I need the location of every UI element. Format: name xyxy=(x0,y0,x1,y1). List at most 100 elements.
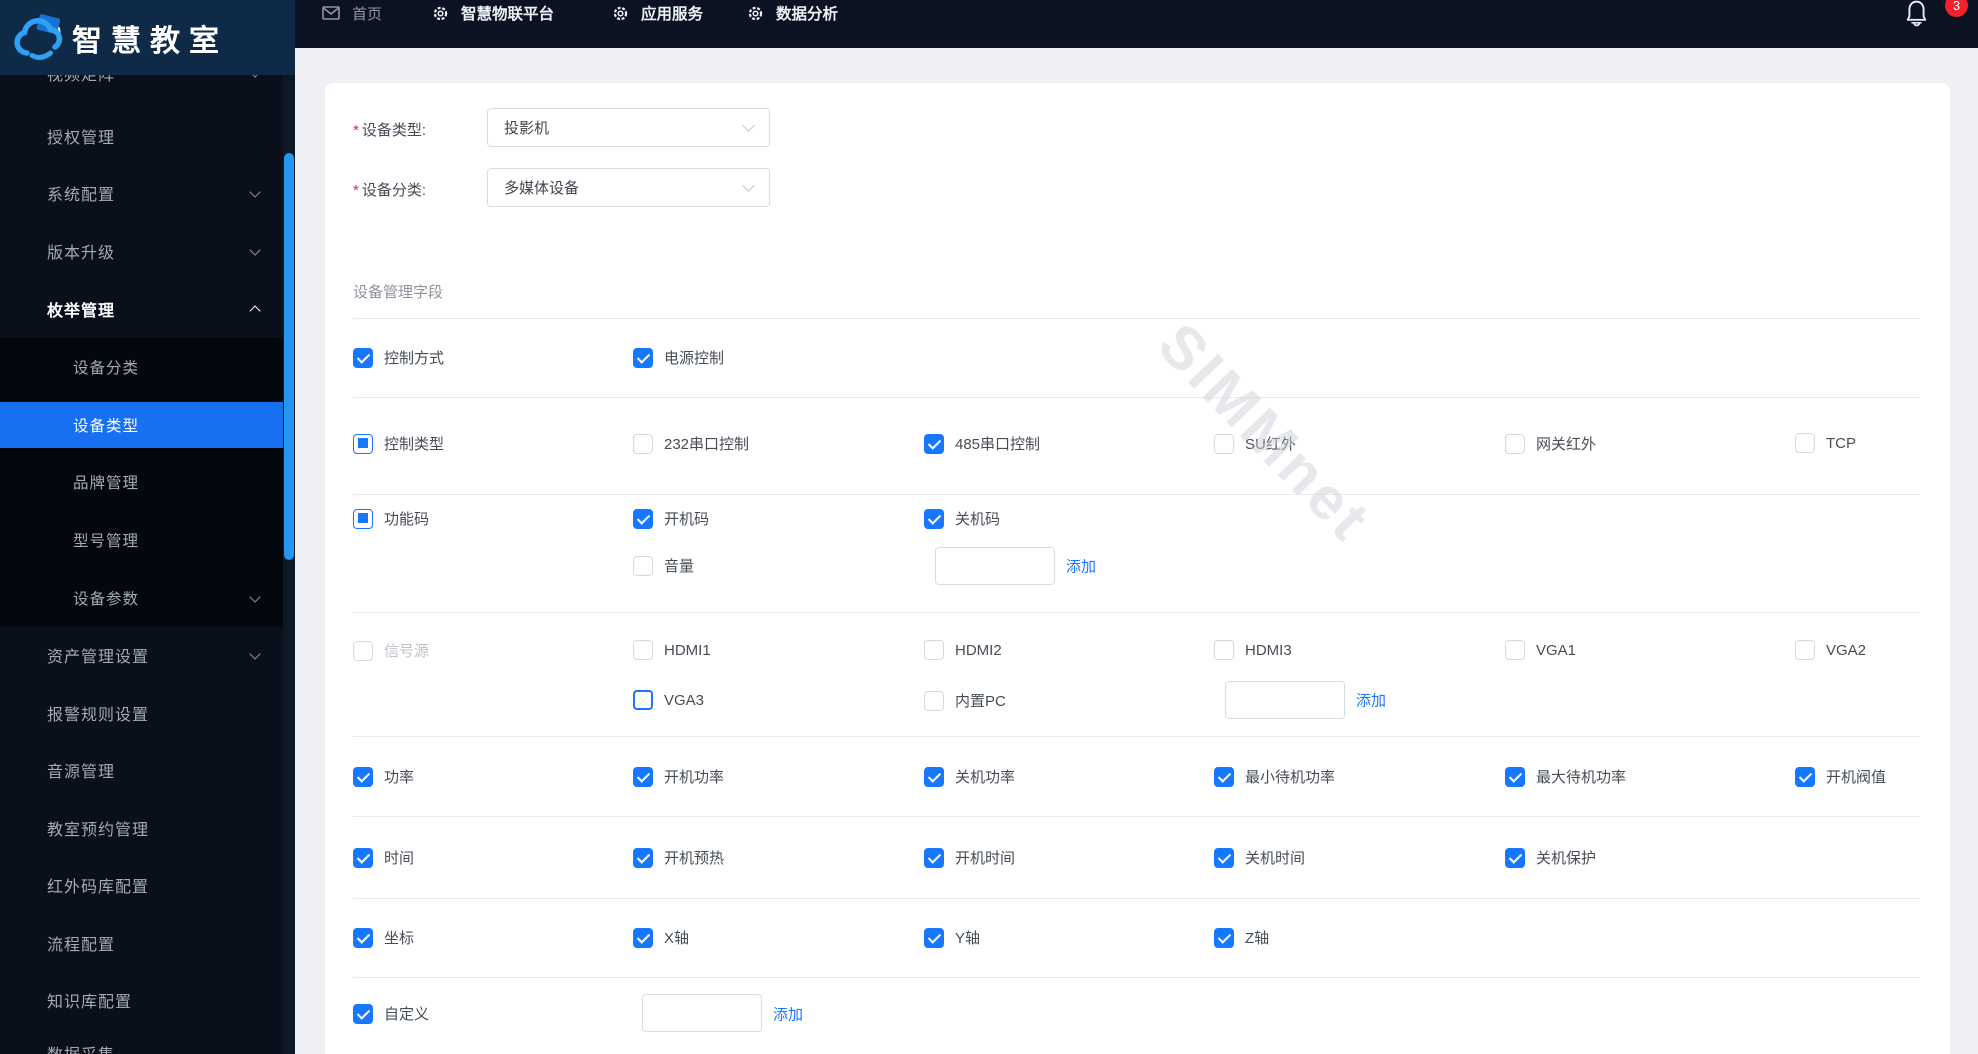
notification-bell-button[interactable]: 3 xyxy=(1903,0,1968,38)
checkbox-unchecked[interactable] xyxy=(924,690,944,711)
add-link[interactable]: 添加 xyxy=(1356,690,1386,711)
sidebar-item-18[interactable]: 数据采集 xyxy=(0,1030,295,1054)
checkbox-checked[interactable] xyxy=(353,1003,373,1024)
checkbox-cell[interactable]: 485串口控制 xyxy=(924,433,1040,454)
sidebar-item-15[interactable]: 红外码库配置 xyxy=(0,862,295,908)
sidebar-item-5[interactable]: 枚举管理 xyxy=(0,286,295,332)
topnav-item-2[interactable]: 智慧物联平台 xyxy=(432,0,554,27)
checkbox-cell[interactable]: 功能码 xyxy=(353,508,429,529)
checkbox-cell[interactable]: SU红外 xyxy=(1214,433,1296,454)
topnav-item-1[interactable]: 首页 xyxy=(322,0,382,27)
sidebar-item-16[interactable]: 流程配置 xyxy=(0,920,295,966)
checkbox-cell[interactable]: 信号源 xyxy=(353,640,429,661)
checkbox-unchecked-focus[interactable] xyxy=(633,690,653,710)
checkbox-cell[interactable]: 内置PC xyxy=(924,690,1006,711)
sidebar-item-4[interactable]: 版本升级 xyxy=(0,228,295,274)
checkbox-cell[interactable]: 功率 xyxy=(353,766,414,787)
custom-value-input[interactable] xyxy=(1225,681,1345,719)
checkbox-unchecked[interactable] xyxy=(353,640,373,661)
checkbox-cell[interactable]: X轴 xyxy=(633,927,689,948)
checkbox-unchecked[interactable] xyxy=(1505,640,1525,660)
checkbox-cell[interactable]: Z轴 xyxy=(1214,927,1269,948)
sidebar-item-14[interactable]: 教室预约管理 xyxy=(0,805,295,851)
checkbox-unchecked[interactable] xyxy=(1214,433,1234,454)
add-link[interactable]: 添加 xyxy=(773,1004,803,1025)
checkbox-checked[interactable] xyxy=(633,927,653,948)
checkbox-checked[interactable] xyxy=(924,433,944,454)
custom-value-input[interactable] xyxy=(642,994,762,1032)
sidebar-item-17[interactable]: 知识库配置 xyxy=(0,977,295,1023)
checkbox-unchecked[interactable] xyxy=(924,640,944,660)
checkbox-checked[interactable] xyxy=(633,847,653,868)
checkbox-unchecked[interactable] xyxy=(1795,433,1815,453)
checkbox-cell[interactable]: 时间 xyxy=(353,847,414,868)
sidebar-item-11[interactable]: 资产管理设置 xyxy=(0,632,295,678)
checkbox-checked[interactable] xyxy=(1214,847,1234,868)
checkbox-cell[interactable]: 控制类型 xyxy=(353,433,444,454)
checkbox-cell[interactable]: 232串口控制 xyxy=(633,433,749,454)
checkbox-cell[interactable]: 自定义 xyxy=(353,1003,429,1024)
checkbox-cell[interactable]: 关机功率 xyxy=(924,766,1015,787)
sidebar-item-2[interactable]: 授权管理 xyxy=(0,113,295,159)
sidebar-item-9[interactable]: 型号管理 xyxy=(0,517,295,563)
checkbox-cell[interactable]: HDMI2 xyxy=(924,640,1002,660)
checkbox-unchecked[interactable] xyxy=(633,433,653,454)
checkbox-cell[interactable]: VGA1 xyxy=(1505,640,1576,660)
checkbox-cell[interactable]: 开机功率 xyxy=(633,766,724,787)
checkbox-unchecked[interactable] xyxy=(1214,640,1234,660)
checkbox-checked[interactable] xyxy=(1795,766,1815,787)
sidebar-item-13[interactable]: 音源管理 xyxy=(0,747,295,793)
topnav-item-3[interactable]: 应用服务 xyxy=(612,0,703,27)
checkbox-cell[interactable]: 关机时间 xyxy=(1214,847,1305,868)
checkbox-cell[interactable]: 关机码 xyxy=(924,508,1000,529)
checkbox-indeterminate[interactable] xyxy=(353,508,373,529)
sidebar-scrollbar-thumb[interactable] xyxy=(284,153,294,560)
checkbox-checked[interactable] xyxy=(353,927,373,948)
checkbox-checked[interactable] xyxy=(924,847,944,868)
sidebar-item-7[interactable]: 设备类型 xyxy=(0,402,295,448)
checkbox-checked[interactable] xyxy=(633,347,653,368)
device-category-select[interactable]: 多媒体设备 xyxy=(487,168,770,207)
checkbox-unchecked[interactable] xyxy=(1795,640,1815,660)
device-type-select[interactable]: 投影机 xyxy=(487,108,770,147)
checkbox-cell[interactable]: 坐标 xyxy=(353,927,414,948)
checkbox-cell[interactable]: 开机预热 xyxy=(633,847,724,868)
checkbox-checked[interactable] xyxy=(1505,766,1525,787)
sidebar-item-12[interactable]: 报警规则设置 xyxy=(0,690,295,736)
checkbox-cell[interactable]: 音量 xyxy=(633,555,694,576)
checkbox-cell[interactable]: HDMI3 xyxy=(1214,640,1292,660)
checkbox-checked[interactable] xyxy=(924,766,944,787)
sidebar-item-6[interactable]: 设备分类 xyxy=(0,344,295,390)
sidebar-item-10[interactable]: 设备参数 xyxy=(0,575,295,621)
checkbox-cell[interactable]: 电源控制 xyxy=(633,347,724,368)
checkbox-cell[interactable]: VGA2 xyxy=(1795,640,1866,660)
checkbox-cell[interactable]: Y轴 xyxy=(924,927,980,948)
checkbox-checked[interactable] xyxy=(353,347,373,368)
checkbox-cell[interactable]: TCP xyxy=(1795,433,1856,453)
checkbox-checked[interactable] xyxy=(353,847,373,868)
checkbox-cell[interactable]: 最大待机功率 xyxy=(1505,766,1626,787)
checkbox-checked[interactable] xyxy=(924,927,944,948)
checkbox-checked[interactable] xyxy=(1214,927,1234,948)
checkbox-cell[interactable]: 开机码 xyxy=(633,508,709,529)
custom-value-input[interactable] xyxy=(935,547,1055,585)
topnav-item-4[interactable]: 数据分析 xyxy=(747,0,838,27)
checkbox-cell[interactable]: 关机保护 xyxy=(1505,847,1596,868)
checkbox-unchecked[interactable] xyxy=(633,555,653,576)
checkbox-checked[interactable] xyxy=(633,766,653,787)
checkbox-cell[interactable]: 控制方式 xyxy=(353,347,444,368)
checkbox-unchecked[interactable] xyxy=(633,640,653,660)
sidebar-item-8[interactable]: 品牌管理 xyxy=(0,459,295,505)
checkbox-checked[interactable] xyxy=(1505,847,1525,868)
checkbox-cell[interactable]: 网关红外 xyxy=(1505,433,1596,454)
checkbox-checked[interactable] xyxy=(633,508,653,529)
checkbox-unchecked[interactable] xyxy=(1505,433,1525,454)
checkbox-checked[interactable] xyxy=(924,508,944,529)
sidebar-item-3[interactable]: 系统配置 xyxy=(0,170,295,216)
checkbox-checked[interactable] xyxy=(1214,766,1234,787)
add-link[interactable]: 添加 xyxy=(1066,556,1096,577)
checkbox-cell[interactable]: HDMI1 xyxy=(633,640,711,660)
checkbox-cell[interactable]: 最小待机功率 xyxy=(1214,766,1335,787)
checkbox-checked[interactable] xyxy=(353,766,373,787)
checkbox-cell[interactable]: 开机阀值 xyxy=(1795,766,1886,787)
